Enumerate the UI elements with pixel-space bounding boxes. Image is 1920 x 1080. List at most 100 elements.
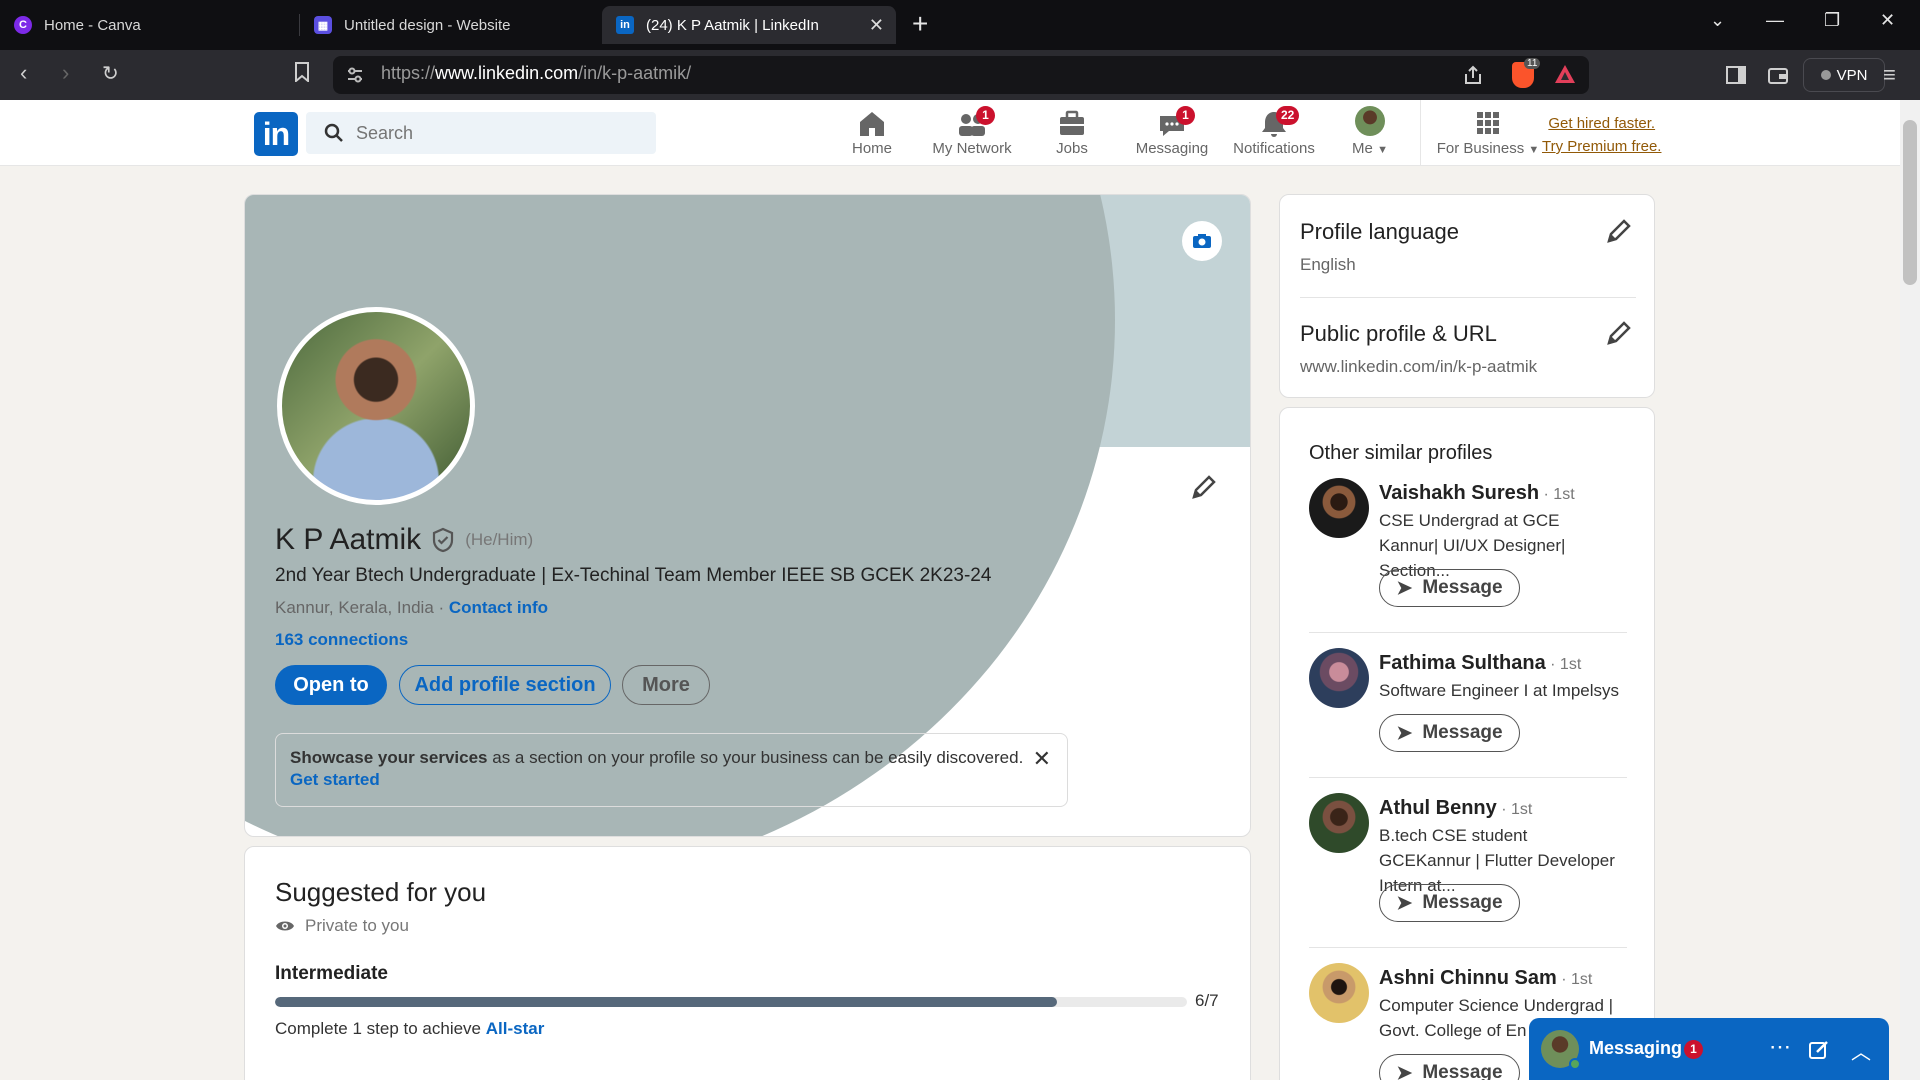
connection-degree: · 1st (1539, 486, 1575, 503)
verified-shield-icon[interactable] (431, 527, 455, 553)
close-window-icon[interactable]: ✕ (1880, 10, 1895, 31)
message-button[interactable]: ➤ Message (1379, 1054, 1520, 1080)
close-tab-icon[interactable]: ✕ (869, 15, 884, 36)
get-started-link[interactable]: Get started (290, 770, 380, 790)
message-button[interactable]: ➤ Message (1379, 884, 1520, 922)
chevron-down-icon: ▼ (1528, 144, 1540, 156)
briefcase-icon (1060, 110, 1084, 135)
logo-text: in (262, 115, 290, 152)
url-text[interactable]: https://www.linkedin.com/in/k-p-aatmik/ (381, 63, 691, 84)
avatar[interactable] (1309, 648, 1369, 708)
nav-label: Home (851, 140, 892, 157)
divider (1309, 947, 1627, 948)
divider (1309, 632, 1627, 633)
vpn-label: VPN (1836, 66, 1868, 84)
divider (1309, 777, 1627, 778)
nav-for-business[interactable]: For Business ▼ (1432, 106, 1544, 157)
chevron-up-icon[interactable]: ︿ (1851, 1036, 1871, 1065)
similar-profiles-title: Other similar profiles (1309, 442, 1493, 464)
new-tab-button[interactable]: + (912, 8, 928, 40)
avatar[interactable] (1309, 478, 1369, 538)
back-icon[interactable]: ‹ (20, 60, 27, 86)
premium-link[interactable]: Get hired faster. Try Premium free. (1542, 112, 1661, 158)
camera-icon (1193, 234, 1211, 248)
message-button[interactable]: ➤ Message (1379, 714, 1520, 752)
progress-fill (275, 997, 1057, 1007)
nav-jobs[interactable]: Jobs (1022, 106, 1122, 157)
search-box[interactable] (306, 112, 656, 154)
connection-degree: · 1st (1545, 656, 1582, 673)
add-profile-section-button[interactable]: Add profile section (399, 665, 611, 705)
menu-icon[interactable]: ≡ (1883, 62, 1896, 88)
nav-label: Jobs (1056, 140, 1088, 157)
showcase-bold: Showcase your services (290, 748, 488, 767)
privacy-text: Private to you (305, 916, 409, 935)
connections-link[interactable]: 163 connections (275, 630, 408, 650)
home-icon (860, 112, 884, 136)
linkedin-icon: in (616, 16, 634, 34)
vpn-button[interactable]: VPN (1803, 58, 1885, 92)
more-button[interactable]: More (622, 665, 710, 705)
nav-label: Notifications (1233, 140, 1315, 157)
profile-photo[interactable] (277, 307, 475, 505)
person-name-text: Vaishakh Suresh (1379, 482, 1540, 504)
restore-icon[interactable]: ❐ (1824, 10, 1840, 31)
message-button[interactable]: ➤ Message (1379, 569, 1520, 607)
site-settings-icon[interactable] (346, 66, 364, 89)
profile-headline: 2nd Year Btech Undergraduate | Ex-Techin… (275, 565, 992, 586)
open-to-button[interactable]: Open to (275, 665, 387, 705)
minimize-icon[interactable]: — (1766, 10, 1784, 31)
reload-icon[interactable]: ↻ (102, 61, 119, 86)
messaging-overlay[interactable]: Messaging 1 ⋯ ︿ (1529, 1018, 1889, 1080)
search-input[interactable] (356, 122, 588, 144)
avatar[interactable] (1309, 793, 1369, 853)
nav-notifications[interactable]: 22 Notifications (1222, 106, 1326, 157)
url-path: /in/k-p-aatmik/ (578, 63, 692, 83)
contact-info-link[interactable]: Contact info (449, 598, 548, 617)
tab-canva-home[interactable]: C Home - Canva (14, 0, 294, 50)
person-name[interactable]: Athul Benny · 1st (1379, 797, 1532, 820)
showcase-body: as a section on your profile so your bus… (487, 748, 1024, 767)
avatar[interactable] (1309, 963, 1369, 1023)
pencil-icon (1607, 321, 1631, 345)
more-options-icon[interactable]: ⋯ (1769, 1034, 1791, 1060)
person-name-text: Ashni Chinnu Sam (1379, 967, 1557, 989)
brave-shields-icon[interactable]: 11 (1512, 58, 1541, 88)
compose-icon[interactable] (1809, 1040, 1829, 1065)
person-name[interactable]: Vaishakh Suresh · 1st (1379, 482, 1575, 505)
online-status-icon (1569, 1058, 1581, 1070)
strength-level: Intermediate (275, 963, 388, 984)
edit-cover-button[interactable] (1182, 221, 1222, 261)
tab-list-chevron-icon[interactable]: ⌄ (1710, 10, 1725, 31)
nav-messaging[interactable]: 1 Messaging (1122, 106, 1222, 157)
scrollbar-thumb[interactable] (1903, 120, 1917, 285)
location-text: Kannur, Kerala, India (275, 598, 434, 617)
sidebar-toggle-icon[interactable] (1726, 66, 1746, 89)
close-icon[interactable]: ✕ (1033, 746, 1051, 772)
edit-language-button[interactable] (1605, 217, 1633, 250)
person-name[interactable]: Fathima Sulthana · 1st (1379, 652, 1581, 675)
forward-icon[interactable]: › (62, 60, 69, 86)
tab-linkedin[interactable]: in (24) K P Aatmik | LinkedIn ✕ (602, 6, 896, 44)
nav-my-network[interactable]: 1 My Network (922, 106, 1022, 157)
brave-badge: 11 (1524, 58, 1541, 69)
profile-card: K P Aatmik (He/Him) 2nd Year Btech Under… (244, 194, 1251, 837)
divider (1300, 297, 1636, 298)
tab-untitled-design[interactable]: ▦ Untitled design - Website (314, 0, 594, 50)
message-label: Message (1422, 892, 1503, 913)
share-icon[interactable] (1462, 64, 1484, 91)
suggested-title: Suggested for you (275, 877, 487, 907)
nav-me[interactable]: Me ▼ (1322, 106, 1418, 157)
linkedin-logo[interactable]: in (254, 112, 298, 156)
wallet-icon[interactable] (1768, 66, 1788, 89)
bookmark-icon[interactable] (294, 62, 310, 87)
edit-intro-button[interactable] (1190, 473, 1218, 506)
edit-url-button[interactable] (1605, 319, 1633, 352)
chevron-down-icon: ▼ (1377, 144, 1388, 156)
avatar (1355, 106, 1385, 136)
message-label: Message (1422, 722, 1503, 743)
brave-rewards-icon[interactable] (1554, 64, 1576, 89)
all-star-link[interactable]: All-star (486, 1019, 545, 1038)
person-name[interactable]: Ashni Chinnu Sam · 1st (1379, 967, 1592, 990)
nav-home[interactable]: Home (822, 106, 922, 157)
